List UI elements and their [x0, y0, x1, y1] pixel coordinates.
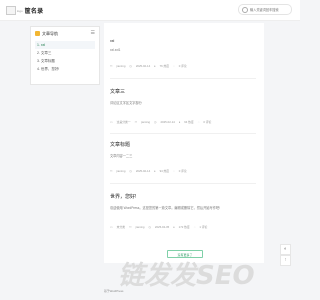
post-excerpt: xxl.xxl1 [110, 48, 121, 52]
post-comments[interactable]: 1 评论 [199, 225, 207, 229]
site-logo-link[interactable]: logo 筐名录 [6, 6, 43, 15]
site-name[interactable]: 筐名录 [25, 6, 44, 15]
post-date: 2025-02-14 [160, 120, 175, 124]
search-input[interactable] [248, 5, 290, 14]
clock-icon: ◷ [148, 225, 151, 229]
post-category[interactable]: 这是分类一 [117, 120, 131, 124]
post-divider [110, 133, 256, 134]
post-excerpt: 欢迎使用 WordPress。这是您的第一篇文章。编辑或删除它，然后开始写作吧! [110, 206, 220, 210]
views-icon: ♦ [154, 169, 156, 173]
post-list: xxl xxl.xxl1 ⚇ jiaming ◷ 2025-02-14 ♦ 76… [104, 23, 264, 263]
top-bar: logo 筐名录 [0, 0, 300, 21]
post-excerpt: 文章内容一二三 [110, 154, 133, 158]
nav-item-article-title[interactable]: 3. 文章标题 [35, 57, 95, 65]
logo-alt-text: logo [17, 8, 23, 13]
author-icon: ⚇ [129, 225, 132, 229]
post-comments[interactable]: 0 评论 [203, 120, 211, 124]
post-item: xxl xxl.xxl1 ⚇ jiaming ◷ 2025-02-14 ♦ 76… [110, 39, 256, 68]
load-more-button[interactable]: 没有更多了 [167, 250, 203, 258]
nav-item-hello-world[interactable]: 4. 世界，您好! [35, 65, 95, 73]
post-divider [110, 183, 256, 184]
folder-icon: ▭ [110, 225, 113, 229]
nav-widget-icon [35, 31, 40, 36]
post-meta: ▭ 这是分类一 ⚇ jiaming ◷ 2025-02-14 ♦ 64 热度 ◌… [110, 120, 256, 124]
clock-icon: ◷ [129, 169, 132, 173]
views-icon: ♦ [154, 64, 156, 68]
comment-icon: ◌ [193, 225, 196, 229]
comment-icon: ◌ [197, 120, 200, 124]
post-comments[interactable]: 0 评论 [179, 64, 187, 68]
post-divider [110, 78, 256, 79]
article-nav-list: 1. xxl 2. 文章三 3. 文章标题 4. 世界，您好! [35, 41, 95, 73]
post-item: 文章标题 文章内容一二三 ⚇ jiaming ◷ 2025-02-14 ♦ 94… [110, 141, 256, 173]
theme-toggle-icon[interactable]: ◐ [280, 244, 291, 255]
post-title[interactable]: 文章标题 [110, 141, 256, 148]
author-icon: ⚇ [134, 120, 138, 124]
post-meta: ▭ 未分类 ⚇ jiaming ◷ 2025-02-05 ♦ 172 热度 ◌ … [110, 225, 256, 229]
post-views: 172 热度 [178, 225, 190, 229]
menu-icon[interactable]: ☰ [91, 30, 95, 37]
post-date: 2025-02-14 [135, 169, 151, 173]
post-date: 2025-02-05 [154, 225, 170, 229]
post-excerpt: 评论区文字区文字部分 [110, 101, 142, 105]
post-views: 76 热度 [159, 64, 170, 68]
post-meta: ⚇ jiaming ◷ 2025-02-14 ♦ 76 热度 ◌ 0 评论 [110, 64, 256, 68]
footer-text: 基于WordPress [104, 289, 124, 293]
post-title[interactable]: xxl [110, 39, 256, 43]
article-nav-title: 文章导航 [42, 30, 58, 36]
clock-icon: ◷ [154, 120, 157, 124]
post-title[interactable]: 世界，您好! [110, 193, 256, 200]
post-author[interactable]: jiaming [141, 120, 150, 124]
nav-item-article-three[interactable]: 2. 文章三 [35, 49, 95, 57]
post-comments[interactable]: 0 评论 [179, 169, 187, 173]
article-nav-widget: 文章导航 ☰ 1. xxl 2. 文章三 3. 文章标题 4. 世界，您好! [30, 26, 100, 85]
clock-icon: ◷ [129, 64, 132, 68]
views-icon: ♦ [173, 225, 175, 229]
post-author[interactable]: jiaming [117, 64, 126, 68]
post-views: 94 热度 [159, 169, 170, 173]
folder-icon: ▭ [110, 120, 113, 124]
post-views: 64 热度 [184, 120, 194, 124]
post-category[interactable]: 未分类 [117, 225, 125, 229]
search-box[interactable] [238, 4, 292, 15]
post-author[interactable]: jiaming [117, 169, 126, 173]
post-author[interactable]: jiaming [136, 225, 145, 229]
logo-image [6, 6, 16, 15]
author-icon: ⚇ [110, 169, 113, 173]
post-meta: ⚇ jiaming ◷ 2025-02-14 ♦ 94 热度 ◌ 0 评论 [110, 169, 256, 173]
post-title[interactable]: 文章三 [110, 88, 256, 95]
author-icon: ⚇ [110, 64, 113, 68]
back-to-top-icon[interactable]: ↑ [280, 255, 291, 266]
post-item: 文章三 评论区文字区文字部分 ▭ 这是分类一 ⚇ jiaming ◷ 2025-… [110, 88, 256, 124]
article-nav-header: 文章导航 ☰ [35, 30, 95, 37]
nav-item-xxl[interactable]: 1. xxl [35, 41, 95, 49]
watermark: 链发发SEO [118, 261, 255, 291]
post-date: 2025-02-14 [135, 64, 151, 68]
comment-icon: ◌ [173, 64, 175, 68]
views-icon: ♦ [178, 120, 181, 124]
comment-icon: ◌ [173, 169, 175, 173]
post-item: 世界，您好! 欢迎使用 WordPress。这是您的第一篇文章。编辑或删除它，然… [110, 193, 256, 229]
